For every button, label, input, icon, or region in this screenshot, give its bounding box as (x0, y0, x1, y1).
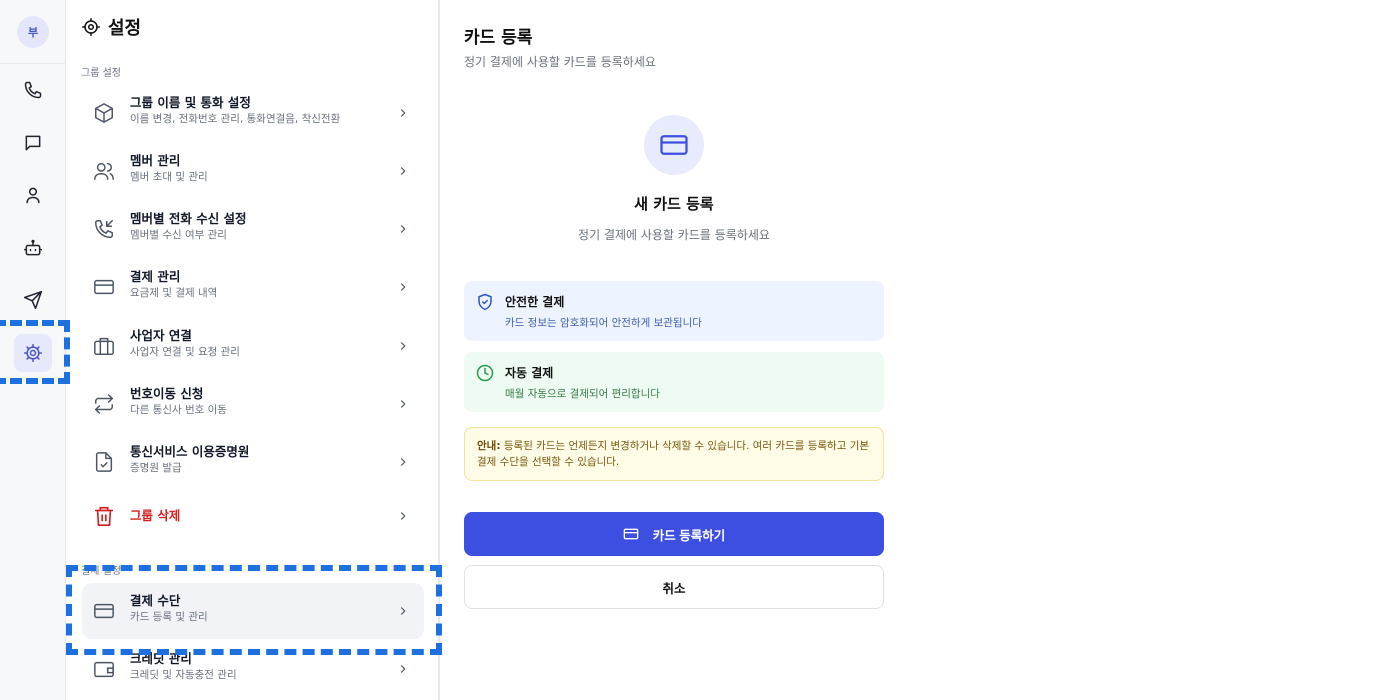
card-badge (644, 115, 704, 175)
menu-item-member-call-settings[interactable]: 멤버별 전화 수신 설정멤버별 수신 여부 관리 (82, 201, 424, 257)
menu-label: 멤버별 전화 수신 설정 (130, 211, 247, 226)
menu-desc: 이름 변경, 전화번호 관리, 통화연결음, 착신전환 (130, 113, 341, 125)
credit-card-icon (623, 528, 639, 540)
rail-contacts-button[interactable] (14, 176, 52, 214)
icon-rail: 부 (0, 0, 66, 700)
menu-item-credits[interactable]: 크레딧 관리크레딧 및 자동충전 관리 (82, 641, 424, 697)
user-icon (26, 187, 40, 204)
menu-desc: 카드 등록 및 관리 (130, 611, 208, 623)
briefcase-icon (92, 334, 116, 358)
rail-calls-button[interactable] (14, 71, 52, 109)
menu-desc: 크레딧 및 자동충전 관리 (130, 669, 237, 681)
notice-label: 안내: (477, 440, 501, 452)
transfer-icon (92, 392, 116, 416)
menu-label: 번호이동 신청 (130, 386, 204, 401)
menu-item-payment-method[interactable]: 결제 수단카드 등록 및 관리 (82, 583, 424, 639)
credit-card-icon (92, 275, 116, 299)
page-subtitle: 정기 결제에 사용할 카드를 등록하세요 (464, 55, 656, 69)
cube-icon (92, 101, 116, 125)
register-card-label: 카드 등록하기 (652, 528, 726, 543)
menu-item-service-certificate[interactable]: 통신서비스 이용증명원증명원 발급 (82, 434, 424, 490)
send-icon (23, 290, 43, 310)
cancel-button[interactable]: 취소 (464, 565, 884, 609)
settings-panel: 설정 그룹 설정 그룹 이름 및 통화 설정이름 변경, 전화번호 관리, 통화… (66, 0, 440, 700)
trash-icon (92, 504, 116, 528)
menu-label: 멤버 관리 (130, 153, 181, 168)
notice-box: 안내: 등록된 카드는 언제든지 변경하거나 삭제할 수 있습니다. 여러 카드… (464, 427, 884, 481)
notice-text: 등록된 카드는 언제든지 변경하거나 삭제할 수 있습니다. 여러 카드를 등록… (477, 440, 870, 468)
chat-icon (25, 135, 41, 151)
menu-item-group-name[interactable]: 그룹 이름 및 통화 설정이름 변경, 전화번호 관리, 통화연결음, 착신전환 (82, 85, 424, 141)
document-check-icon (92, 450, 116, 474)
card-registration-panel: 카드 등록 정기 결제에 사용할 카드를 등록하세요 새 카드 등록 정기 결제… (442, 0, 1400, 700)
chevron-right-icon (400, 400, 406, 408)
secure-desc: 카드 정보는 암호화되어 안전하게 보관됩니다 (505, 317, 702, 329)
menu-label: 결제 수단 (130, 593, 181, 608)
menu-item-business-link[interactable]: 사업자 연결사업자 연결 및 요청 관리 (82, 318, 424, 374)
secure-payment-info: 안전한 결제 카드 정보는 암호화되어 안전하게 보관됩니다 (464, 281, 884, 341)
menu-desc: 증명원 발급 (130, 462, 182, 474)
menu-label: 그룹 삭제 (130, 508, 181, 523)
avatar[interactable]: 부 (17, 16, 49, 48)
menu-label: 사업자 연결 (130, 328, 192, 343)
rail-send-button[interactable] (14, 281, 52, 319)
auto-payment-info: 자동 결제 매월 자동으로 결제되어 편리합니다 (464, 352, 884, 412)
chevron-right-icon (400, 342, 406, 350)
credit-card-icon (660, 135, 688, 155)
chevron-right-icon (400, 665, 406, 673)
page-title: 카드 등록 (464, 28, 533, 48)
phone-icon (24, 81, 42, 99)
clock-icon (476, 364, 494, 382)
secure-title: 안전한 결제 (505, 295, 565, 309)
menu-item-members[interactable]: 멤버 관리멤버 초대 및 관리 (82, 143, 424, 199)
gear-icon (82, 18, 100, 36)
menu-item-number-port[interactable]: 번호이동 신청다른 통신사 번호 이동 (82, 376, 424, 432)
hero-title: 새 카드 등록 (634, 195, 714, 213)
gear-icon (23, 343, 43, 363)
menu-label: 통신서비스 이용증명원 (130, 444, 250, 459)
users-icon (92, 159, 116, 183)
chevron-right-icon (400, 607, 406, 615)
menu-label: 그룹 이름 및 통화 설정 (130, 95, 251, 110)
chevron-right-icon (400, 109, 406, 117)
menu-item-delete-group[interactable]: 그룹 삭제 (82, 488, 424, 544)
chevron-right-icon (400, 512, 406, 520)
section-label-payment: 결제 설정 (81, 566, 121, 577)
settings-header: 설정 (82, 14, 141, 40)
menu-label: 크레딧 관리 (130, 651, 192, 666)
menu-desc: 요금제 및 결제 내역 (130, 287, 218, 299)
settings-title: 설정 (108, 18, 142, 39)
section-label-group: 그룹 설정 (81, 68, 121, 79)
menu-desc: 사업자 연결 및 요청 관리 (130, 346, 240, 358)
wallet-icon (92, 657, 116, 681)
chevron-right-icon (400, 225, 406, 233)
rail-settings-button[interactable] (14, 334, 52, 372)
auto-desc: 매월 자동으로 결제되어 편리합니다 (505, 388, 660, 400)
rail-bot-button[interactable] (14, 229, 52, 267)
chevron-right-icon (400, 458, 406, 466)
chevron-right-icon (400, 167, 406, 175)
auto-title: 자동 결제 (505, 366, 554, 380)
phone-incoming-icon (92, 217, 116, 241)
shield-check-icon (478, 293, 492, 311)
hero-subtitle: 정기 결제에 사용할 카드를 등록하세요 (578, 228, 770, 242)
rail-divider (0, 63, 66, 64)
menu-desc: 멤버별 수신 여부 관리 (130, 229, 227, 241)
bot-icon (23, 239, 43, 256)
menu-item-billing[interactable]: 결제 관리요금제 및 결제 내역 (82, 259, 424, 315)
credit-card-icon (92, 599, 116, 623)
menu-desc: 멤버 초대 및 관리 (130, 171, 208, 183)
menu-desc: 다른 통신사 번호 이동 (130, 404, 227, 416)
register-card-button[interactable]: 카드 등록하기 (464, 512, 884, 556)
chevron-right-icon (400, 283, 406, 291)
menu-label: 결제 관리 (130, 269, 181, 284)
rail-messages-button[interactable] (14, 124, 52, 162)
